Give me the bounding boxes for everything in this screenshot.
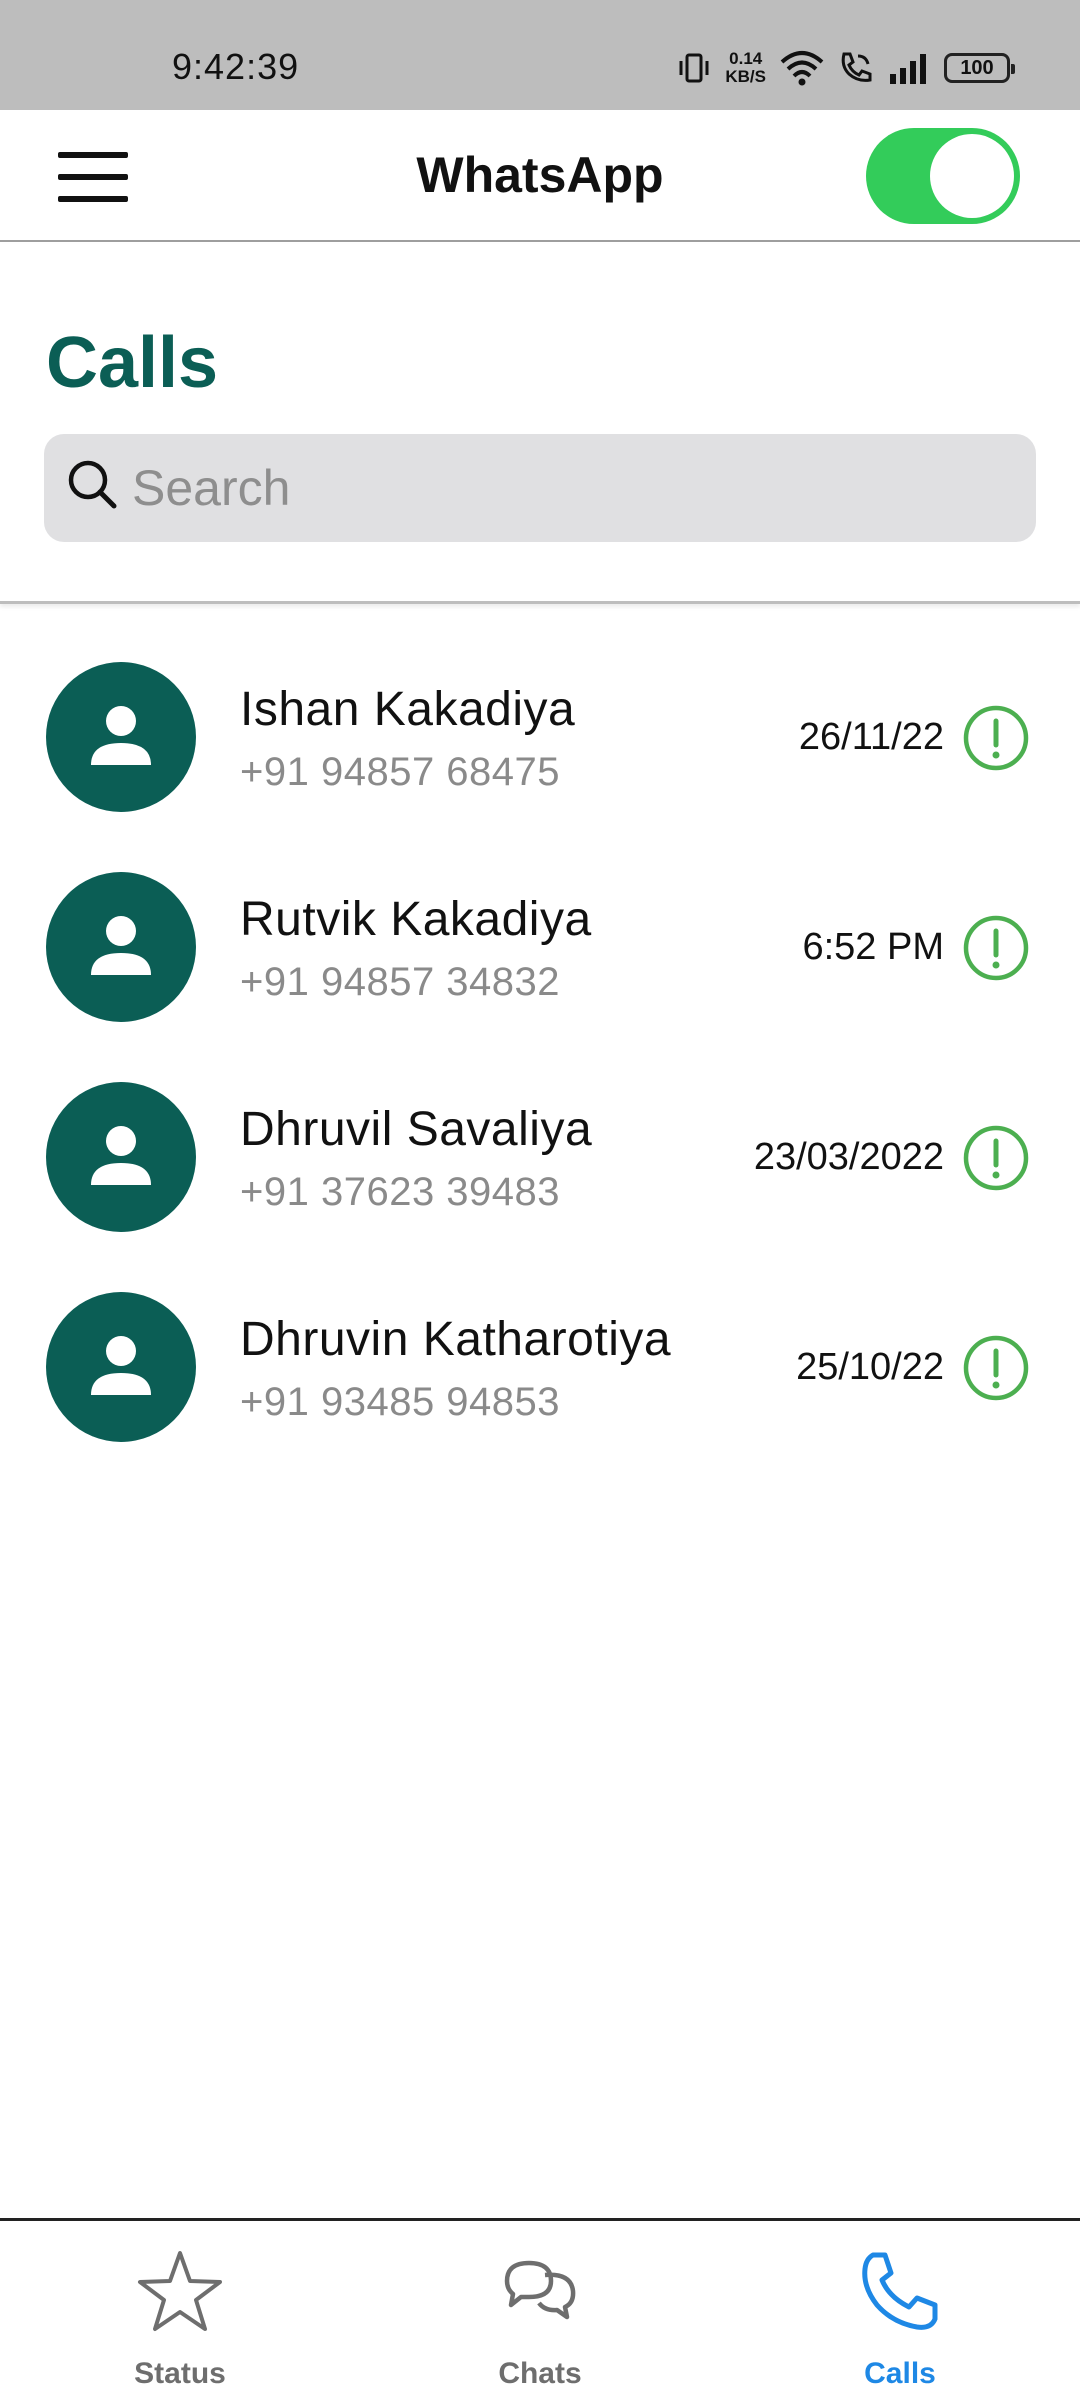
person-icon [91, 1336, 151, 1395]
system-status-bar: 9:42:39 0.14 KB/S 100 [0, 0, 1080, 110]
net-speed: 0.14 KB/S [725, 50, 766, 86]
contact-phone: +91 93485 94853 [240, 1380, 561, 1424]
contact-phone: +91 94857 34832 [240, 960, 561, 1004]
page-title: Calls [46, 323, 219, 403]
contact-name: Rutvik Kakadiya [240, 893, 592, 946]
nav-item-status[interactable]: Status [0, 2221, 360, 2400]
avatar [46, 872, 196, 1022]
nav-label-calls: Calls [864, 2357, 936, 2390]
toggle-knob [930, 134, 1014, 218]
call-row[interactable]: Dhruvil Savaliya +91 37623 39483 23/03/2… [0, 1026, 1080, 1236]
info-icon[interactable] [962, 914, 1030, 982]
contact-name: Dhruvil Savaliya [240, 1103, 593, 1156]
bottom-nav: Status Chats Calls [0, 2218, 1080, 2400]
person-icon [91, 1126, 151, 1185]
contact-name: Ishan Kakadiya [240, 683, 576, 736]
vibrate-icon [679, 53, 709, 83]
app-bar: WhatsApp [0, 110, 1080, 242]
call-time: 6:52 PM [802, 926, 944, 968]
person-icon [91, 916, 151, 975]
star-icon [138, 2251, 222, 2331]
call-row[interactable]: Ishan Kakadiya +91 94857 68475 26/11/22 [0, 606, 1080, 816]
call-list: Ishan Kakadiya +91 94857 68475 26/11/22 … [0, 606, 1080, 1446]
contact-name: Dhruvin Katharotiya [240, 1313, 672, 1366]
search-icon [68, 460, 117, 509]
signal-icon [890, 54, 926, 84]
avatar [46, 1292, 196, 1442]
battery-indicator: 100 [944, 53, 1015, 83]
search-box[interactable] [44, 434, 1036, 542]
avatar [46, 662, 196, 812]
avatar [46, 1082, 196, 1232]
wifi-icon [780, 51, 824, 86]
info-icon[interactable] [962, 1334, 1030, 1402]
call-row[interactable]: Rutvik Kakadiya +91 94857 34832 6:52 PM [0, 816, 1080, 1026]
call-time: 23/03/2022 [753, 1136, 944, 1178]
search-input[interactable] [132, 434, 1012, 542]
call-time: 26/11/22 [798, 716, 944, 758]
status-time: 9:42:39 [172, 46, 300, 87]
contact-phone: +91 37623 39483 [240, 1170, 561, 1214]
nav-item-chats[interactable]: Chats [360, 2221, 720, 2400]
contact-phone: +91 94857 68475 [240, 750, 561, 794]
status-icons: 0.14 KB/S 100 [677, 48, 1015, 88]
nav-label-chats: Chats [498, 2357, 582, 2390]
call-time: 25/10/22 [796, 1346, 944, 1388]
phone-icon [862, 2252, 938, 2330]
net-speed-value: 0.14 [729, 49, 763, 68]
net-speed-unit: KB/S [725, 67, 766, 86]
nav-label-status: Status [134, 2357, 226, 2390]
calls-header: Calls [0, 244, 1080, 604]
theme-toggle[interactable] [866, 128, 1020, 224]
chat-bubbles-icon [504, 2260, 576, 2320]
nav-item-calls[interactable]: Calls [720, 2221, 1080, 2400]
info-icon[interactable] [962, 704, 1030, 772]
person-icon [91, 706, 151, 765]
info-icon[interactable] [962, 1124, 1030, 1192]
call-row[interactable]: Dhruvin Katharotiya +91 93485 94853 25/1… [0, 1236, 1080, 1446]
wifi-call-icon [841, 52, 872, 82]
